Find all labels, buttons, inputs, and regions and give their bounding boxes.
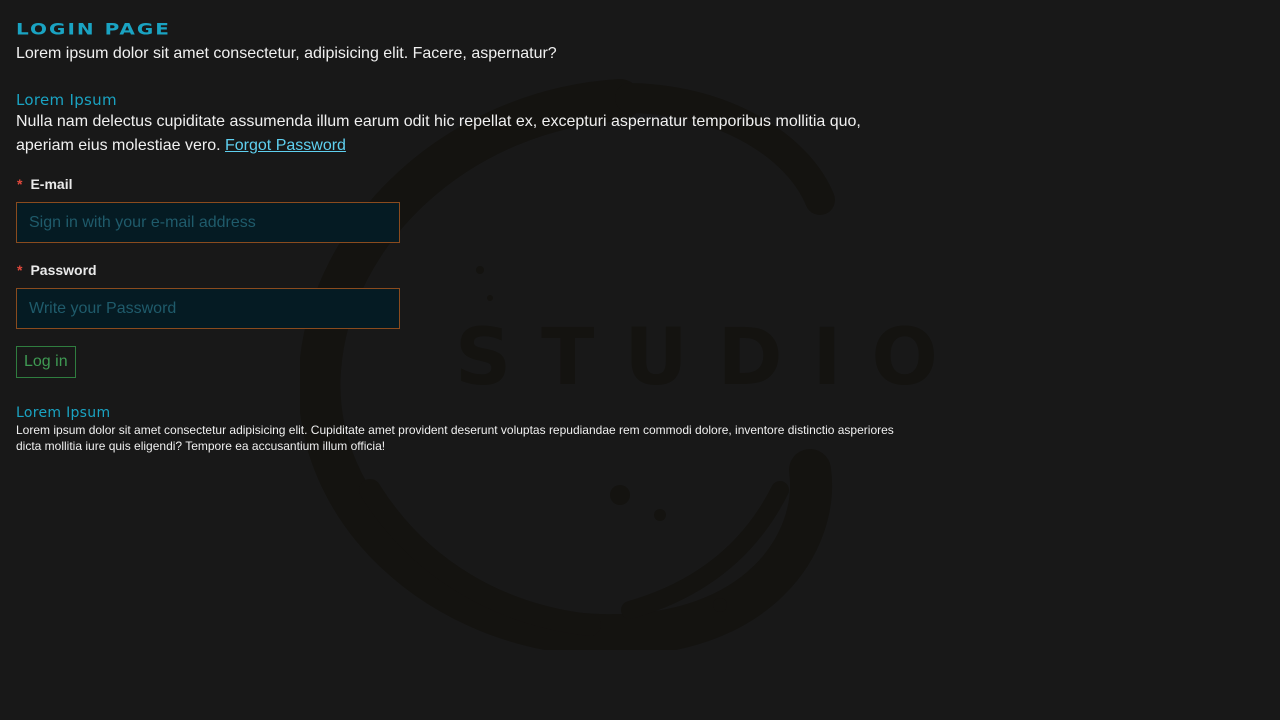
footer-text: Lorem ipsum dolor sit amet consectetur a… — [16, 423, 894, 453]
forgot-password-link[interactable]: Forgot Password — [225, 137, 346, 154]
required-marker: * — [17, 176, 23, 192]
page-title: Login Page — [16, 19, 171, 39]
email-label: * E-mail — [16, 176, 916, 192]
login-button[interactable]: Log in — [16, 346, 76, 378]
email-label-text: E-mail — [30, 176, 73, 192]
password-label-text: Password — [30, 262, 97, 278]
password-label: * Password — [16, 262, 916, 278]
intro-heading: Lorem Ipsum — [16, 91, 117, 109]
login-page: STUDIO Login Page Lorem ipsum dolor sit … — [0, 0, 1280, 720]
footer-heading: Lorem Ipsum — [16, 405, 111, 421]
intro-text: Nulla nam delectus cupiditate assumenda … — [16, 113, 861, 154]
password-field[interactable] — [16, 288, 400, 329]
required-marker: * — [17, 262, 23, 278]
page-subtitle: Lorem ipsum dolor sit amet consectetur, … — [16, 45, 557, 62]
intro-paragraph: Nulla nam delectus cupiditate assumenda … — [16, 110, 916, 158]
email-field[interactable] — [16, 202, 400, 243]
main-content: Login Page Lorem ipsum dolor sit amet co… — [16, 16, 916, 454]
login-form: * E-mail * Password Log in — [16, 176, 916, 378]
